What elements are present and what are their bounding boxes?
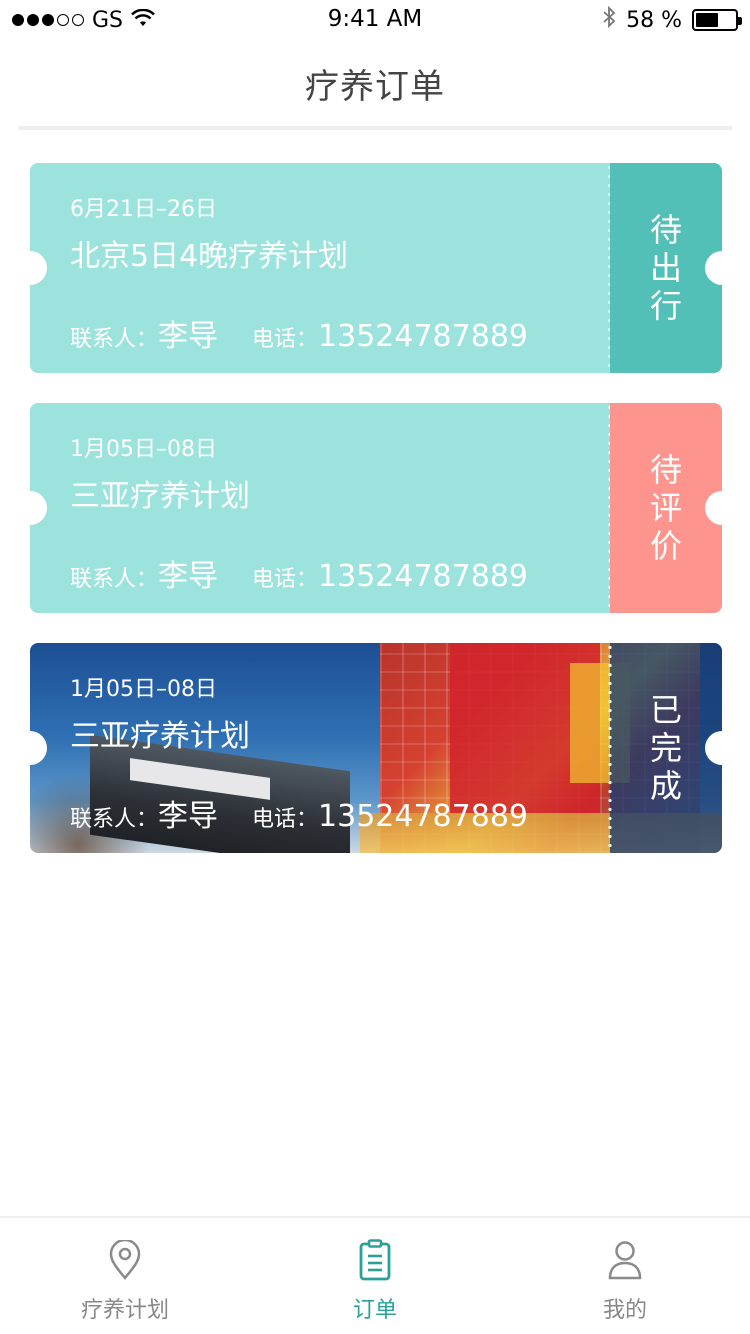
tab-label: 我的: [602, 1298, 647, 1323]
order-title: 三亚疗养计划: [70, 719, 250, 754]
contact-label: 联系人：: [70, 327, 159, 352]
contact-name: 李导: [158, 559, 219, 594]
bluetooth-icon: [602, 5, 616, 34]
status-right: 58 %: [602, 5, 742, 34]
navigation-bar: 疗养订单: [0, 40, 750, 126]
order-status: 待出行: [649, 211, 682, 325]
contact-name: 李导: [158, 799, 219, 834]
contact-label: 联系人：: [70, 807, 159, 832]
phone-number[interactable]: 13524787889: [318, 799, 528, 834]
clipboard-icon: [355, 1238, 395, 1282]
phone-label: 电话：: [252, 807, 319, 832]
contact-name: 李导: [158, 319, 219, 354]
order-title: 三亚疗养计划: [70, 479, 250, 514]
contact-label: 联系人：: [70, 567, 159, 592]
tab-plans[interactable]: 疗养计划: [0, 1218, 250, 1334]
phone-label: 电话：: [252, 567, 319, 592]
order-date: 1月05日–08日: [70, 437, 217, 462]
order-contact: 联系人： 李导 电话： 13524787889: [70, 551, 528, 595]
page-title: 疗养订单: [305, 66, 445, 107]
battery-level: [696, 13, 719, 27]
order-status: 已完成: [649, 691, 682, 805]
tab-label: 疗养计划: [80, 1298, 169, 1323]
order-card[interactable]: 待出行 6月21日–26日 北京5日4晚疗养计划 联系人： 李导 电话： 135…: [30, 163, 722, 373]
tab-label: 订单: [352, 1298, 397, 1323]
order-status: 待评价: [649, 451, 682, 565]
status-bar: GS 9:41 AM 58 %: [0, 0, 750, 40]
tab-bar: 疗养计划 订单 我的: [0, 1216, 750, 1334]
order-contact: 联系人： 李导 电话： 13524787889: [70, 791, 528, 835]
order-card[interactable]: 已完成 1月05日–08日 三亚疗养计划 联系人： 李导 电话： 1352478…: [30, 643, 722, 853]
battery-percent: 58 %: [626, 7, 682, 33]
phone-number[interactable]: 13524787889: [318, 319, 528, 354]
location-pin-icon: [105, 1238, 145, 1282]
phone-number[interactable]: 13524787889: [318, 559, 528, 594]
tab-profile[interactable]: 我的: [500, 1218, 750, 1334]
tab-orders[interactable]: 订单: [250, 1218, 500, 1334]
order-date: 1月05日–08日: [70, 677, 217, 702]
user-icon: [605, 1238, 645, 1282]
nav-divider: [18, 126, 732, 130]
phone-label: 电话：: [252, 327, 319, 352]
battery-icon: [692, 9, 742, 31]
order-card[interactable]: 待评价 1月05日–08日 三亚疗养计划 联系人： 李导 电话： 1352478…: [30, 403, 722, 613]
order-contact: 联系人： 李导 电话： 13524787889: [70, 311, 528, 355]
order-date: 6月21日–26日: [70, 197, 217, 222]
order-title: 北京5日4晚疗养计划: [70, 239, 349, 274]
